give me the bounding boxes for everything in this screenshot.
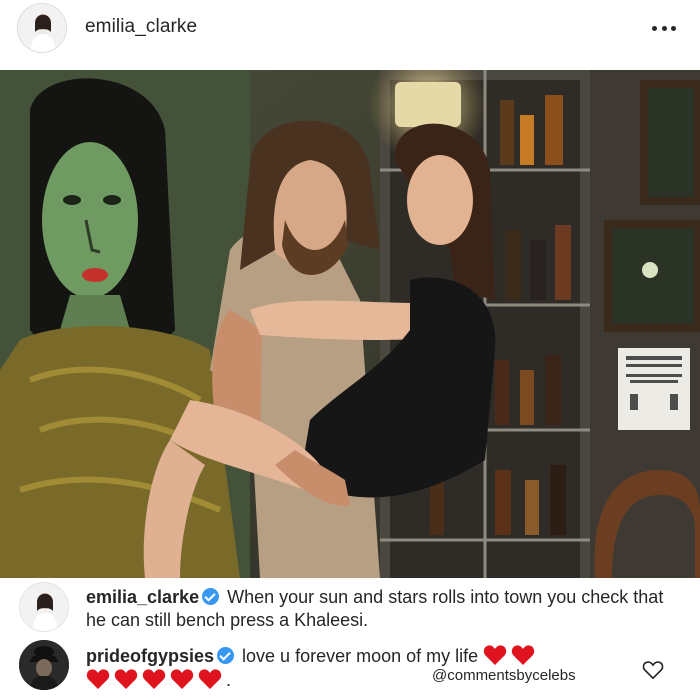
red-heart-emoji <box>142 669 166 689</box>
red-heart-emoji <box>86 669 110 689</box>
verified-badge-icon <box>217 647 235 664</box>
heart-emoji-group-1 <box>483 645 539 666</box>
header-username[interactable]: emilia_clarke <box>85 16 197 38</box>
red-heart-emoji <box>198 669 222 689</box>
commenter-avatar[interactable] <box>19 640 69 690</box>
more-options-icon[interactable] <box>648 18 680 38</box>
comment-text-block: prideofgypsies love u forever moon of my… <box>86 644 686 692</box>
dot <box>671 25 676 31</box>
credit-watermark: @commentsbycelebs <box>432 667 576 684</box>
comment-username[interactable]: emilia_clarke <box>86 587 199 607</box>
profile-avatar[interactable] <box>17 3 67 53</box>
red-heart-emoji <box>511 645 535 665</box>
post-header: emilia_clarke <box>0 0 700 56</box>
heart-emoji-group-2 <box>86 669 226 690</box>
comment-text: love u forever moon of my life <box>237 646 484 666</box>
red-heart-emoji <box>170 669 194 689</box>
verified-badge-icon <box>202 588 220 605</box>
comment-username[interactable]: prideofgypsies <box>86 646 214 666</box>
line-suffix: . <box>226 670 232 690</box>
dot <box>652 25 657 31</box>
post-photo[interactable] <box>0 70 700 578</box>
comment-text-block: emilia_clarke When your sun and stars ro… <box>86 586 686 632</box>
commenter-avatar[interactable] <box>19 582 69 632</box>
red-heart-emoji <box>114 669 138 689</box>
heart-outline-icon[interactable] <box>642 660 664 680</box>
red-heart-emoji <box>483 645 507 665</box>
dot <box>661 25 667 31</box>
